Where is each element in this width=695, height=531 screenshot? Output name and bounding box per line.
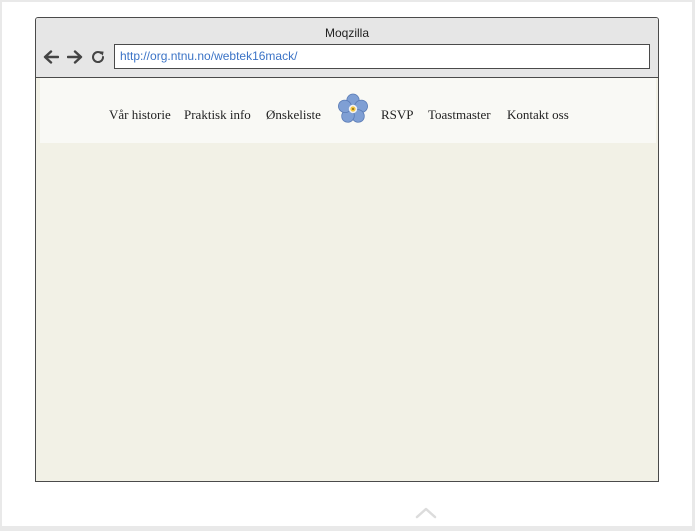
browser-window: Moqzilla http://org.ntnu.no/webtek16mack…	[35, 17, 659, 482]
mockup-canvas: Moqzilla http://org.ntnu.no/webtek16mack…	[2, 2, 692, 526]
nav-link-toastmaster[interactable]: Toastmaster	[428, 107, 491, 123]
back-button[interactable]	[42, 48, 60, 66]
chevron-up-icon[interactable]	[414, 505, 438, 521]
reload-icon	[92, 51, 105, 63]
nav-link-onskeliste[interactable]: Ønskeliste	[266, 107, 321, 123]
reload-button[interactable]	[89, 48, 107, 66]
arrow-right-icon	[67, 50, 83, 64]
nav-link-kontakt-oss[interactable]: Kontakt oss	[507, 107, 569, 123]
nav-link-rsvp[interactable]: RSVP	[381, 107, 414, 123]
nav-link-praktisk-info[interactable]: Praktisk info	[184, 107, 251, 123]
window-title: Moqzilla	[324, 26, 369, 40]
forward-button[interactable]	[66, 48, 84, 66]
address-bar[interactable]: http://org.ntnu.no/webtek16mack/	[114, 44, 650, 69]
website-page: Vår historie Praktisk info Ønskeliste RS…	[36, 78, 658, 481]
arrow-left-icon	[43, 50, 59, 64]
site-header: Vår historie Praktisk info Ønskeliste RS…	[40, 78, 656, 143]
browser-chrome: Moqzilla http://org.ntnu.no/webtek16mack…	[36, 18, 658, 78]
nav-link-var-historie[interactable]: Vår historie	[109, 107, 171, 123]
flower-logo-icon[interactable]	[336, 92, 370, 126]
